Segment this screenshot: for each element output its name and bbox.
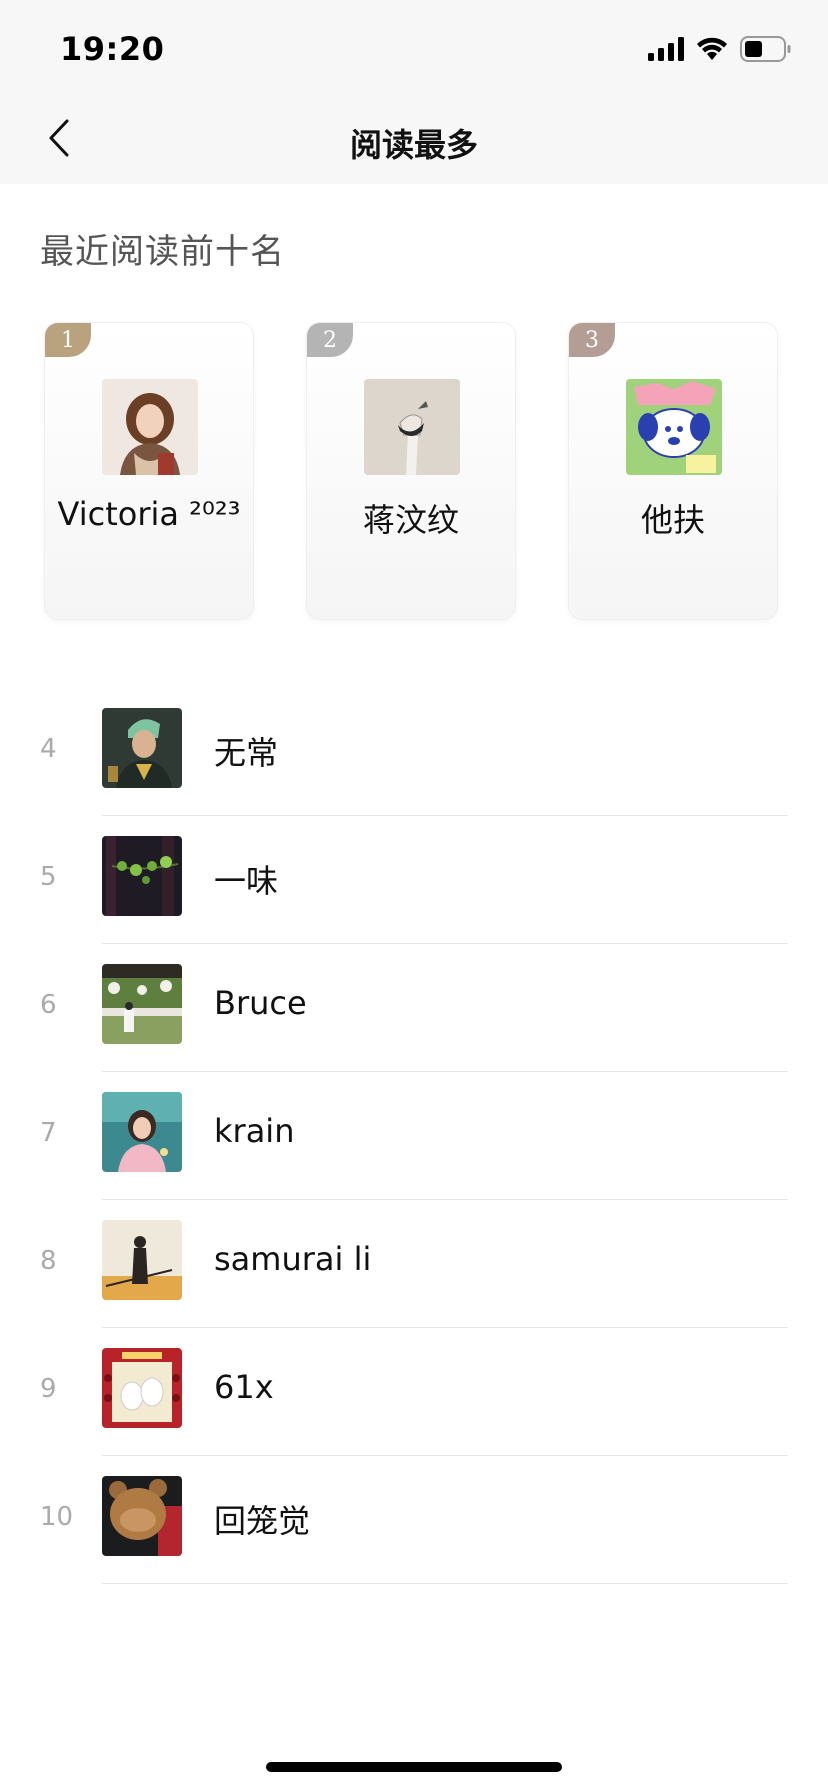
list-item[interactable]: 7 krain bbox=[0, 1072, 828, 1200]
list-rank: 5 bbox=[40, 862, 57, 892]
avatar bbox=[102, 379, 198, 475]
character-portrait-avatar-icon bbox=[102, 708, 182, 788]
podium-name: Victoria ²⁰²³ bbox=[57, 495, 241, 533]
wifi-icon bbox=[697, 37, 727, 60]
list-name: samurai li bbox=[214, 1240, 372, 1278]
home-indicator[interactable] bbox=[266, 1762, 562, 1772]
list-item[interactable]: 5 一味 bbox=[0, 816, 828, 944]
list-rank: 9 bbox=[40, 1374, 57, 1404]
samurai-silhouette-avatar-icon bbox=[102, 1220, 182, 1300]
podium-card-rank-1[interactable]: 1 Victoria ²⁰²³ bbox=[44, 322, 254, 620]
rank-badge: 1 bbox=[45, 323, 91, 357]
rank-number: 3 bbox=[585, 327, 599, 353]
avatar bbox=[364, 379, 460, 475]
rank-badge: 3 bbox=[569, 323, 615, 357]
avatar bbox=[102, 836, 182, 916]
cartoon-dog-avatar-icon bbox=[626, 379, 722, 475]
rank-number: 1 bbox=[61, 327, 75, 353]
list-rank: 4 bbox=[40, 734, 57, 764]
landscape-photo-avatar-icon bbox=[102, 964, 182, 1044]
podium-card-rank-2[interactable]: 2 蒋汶纹 bbox=[306, 322, 516, 620]
section-title: 最近阅读前十名 bbox=[40, 232, 285, 272]
podium-card-rank-3[interactable]: 3 他扶 bbox=[568, 322, 778, 620]
status-time: 19:20 bbox=[60, 30, 165, 68]
podium-name: 蒋汶纹 bbox=[362, 501, 459, 539]
divider bbox=[102, 1583, 788, 1584]
avatar bbox=[102, 1220, 182, 1300]
list-item[interactable]: 10 回笼觉 bbox=[0, 1456, 828, 1584]
list-name: 61x bbox=[214, 1368, 274, 1406]
avatar bbox=[102, 1348, 182, 1428]
podium-name: 他扶 bbox=[640, 501, 705, 539]
list-item[interactable]: 9 61x bbox=[0, 1328, 828, 1456]
list-name: 一味 bbox=[214, 862, 279, 900]
plant-branch-avatar-icon bbox=[102, 836, 182, 916]
bear-photo-avatar-icon bbox=[102, 1476, 182, 1556]
rank-badge: 2 bbox=[307, 323, 353, 357]
girl-photo-avatar-icon bbox=[102, 1092, 182, 1172]
list-name: krain bbox=[214, 1112, 295, 1150]
avatar bbox=[102, 1092, 182, 1172]
list-item[interactable]: 6 Bruce bbox=[0, 944, 828, 1072]
list-item[interactable]: 4 无常 bbox=[0, 688, 828, 816]
avatar bbox=[626, 379, 722, 475]
page-title: 阅读最多 bbox=[349, 126, 478, 164]
avatar bbox=[102, 964, 182, 1044]
list-rank: 7 bbox=[40, 1118, 57, 1148]
woman-portrait-avatar-icon bbox=[102, 379, 198, 475]
rank-number: 2 bbox=[323, 327, 337, 353]
list-item[interactable]: 8 samurai li bbox=[0, 1200, 828, 1328]
nav-bar: 阅读最多 bbox=[0, 92, 828, 184]
avatar bbox=[102, 708, 182, 788]
list-rank: 8 bbox=[40, 1246, 57, 1276]
list-rank: 6 bbox=[40, 990, 57, 1020]
avatar bbox=[102, 1476, 182, 1556]
hand-sketch-avatar-icon bbox=[364, 379, 460, 475]
ranking-list: 4 无常 5 一味 6 Bruce 7 krain 8 samurai li 9… bbox=[0, 688, 828, 1584]
cellular-signal-icon bbox=[648, 37, 684, 61]
battery-icon bbox=[740, 36, 791, 62]
status-bar: 19:20 bbox=[0, 0, 828, 92]
list-rank: 10 bbox=[40, 1502, 74, 1532]
list-name: 无常 bbox=[214, 734, 279, 772]
cats-poster-avatar-icon bbox=[102, 1348, 182, 1428]
list-name: Bruce bbox=[214, 984, 307, 1022]
list-name: 回笼觉 bbox=[214, 1502, 311, 1540]
status-icons bbox=[648, 34, 792, 64]
